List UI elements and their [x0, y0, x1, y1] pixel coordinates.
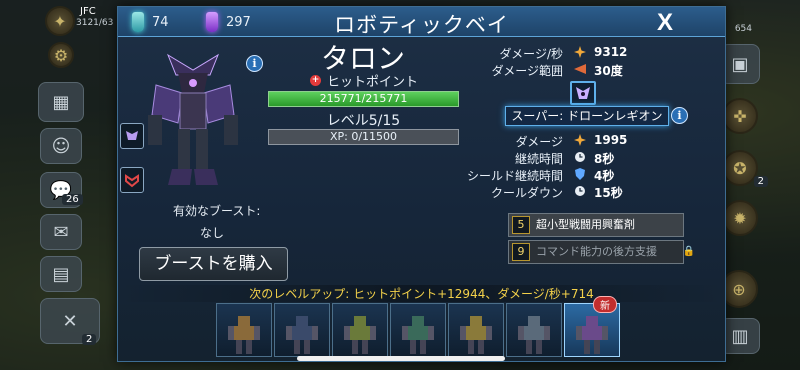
upgrade-item-2[interactable]: 9 コマンド能力の後方支援 🔒	[508, 240, 695, 264]
super-ability-label: スーパー: ドローンレギオン	[505, 106, 669, 126]
shield-duration-value: 4秒	[594, 169, 615, 183]
clock-icon	[575, 152, 585, 162]
chat-badge: 26	[62, 194, 83, 205]
range-icon	[574, 64, 586, 74]
dialog-title: ロボティックベイ	[334, 13, 509, 37]
map-icon[interactable]: ▥	[720, 318, 760, 354]
alliance-icon[interactable]: ☺	[40, 128, 82, 164]
new-badge: 新	[593, 296, 617, 313]
gear-icon[interactable]: ⚙	[48, 42, 74, 68]
lock-icon: 🔒	[682, 246, 695, 257]
hud-right-value: 654	[734, 24, 752, 34]
close-button[interactable]: X	[657, 9, 673, 37]
range-label: ダメージ範囲	[491, 64, 563, 78]
dps-label: ダメージ/秒	[499, 47, 563, 61]
active-boost-label: 有効なブースト:	[173, 204, 261, 218]
robot-card[interactable]	[274, 303, 330, 357]
robot-card[interactable]: 新	[564, 296, 620, 357]
super-damage-label: ダメージ	[515, 135, 563, 149]
super-damage-value: 1995	[594, 133, 628, 147]
home-indicator[interactable]	[297, 356, 505, 361]
active-boost-value: なし	[200, 226, 225, 240]
robot-portrait	[148, 53, 238, 185]
left-hud: ✦ JFC 3121/63 ⚙ ▦ ☺ 💬 26 ✉ ▤ ✕ 2	[0, 0, 120, 370]
title-bar: 74 297 ロボティックベイ X	[118, 7, 725, 37]
buy-boost-button[interactable]: ブーストを購入	[139, 247, 288, 281]
burst-icon	[574, 46, 586, 58]
compass-icon[interactable]: ✜	[722, 98, 758, 134]
item-level-badge: 5	[512, 216, 530, 234]
xp-value: XP: 0/11500	[329, 130, 398, 143]
robot-card[interactable]	[332, 303, 388, 357]
player-resource: 3121/63	[76, 18, 114, 28]
xp-bar: XP: 0/11500	[268, 129, 459, 145]
duration-label: 継続時間	[514, 152, 563, 166]
shield-slot-icon[interactable]	[120, 167, 144, 193]
player-avatar[interactable]: ✦	[45, 6, 75, 36]
building-icon[interactable]: ▦	[38, 82, 84, 122]
robot-thumbnail	[344, 316, 376, 354]
medal-icon[interactable]: ✹	[722, 200, 758, 236]
hp-bar: 215771/215771	[268, 91, 459, 107]
robot-thumbnail	[286, 316, 318, 354]
range-value: 30度	[594, 64, 623, 78]
drone-slot-icon[interactable]	[120, 123, 144, 149]
item-label: コマンド能力の後方支援	[536, 245, 657, 258]
item-level-badge: 9	[512, 243, 530, 261]
inbox-icon[interactable]: ▤	[40, 256, 82, 292]
shield-duration-label: シールド継続時間	[466, 169, 563, 183]
robot-thumbnail	[576, 316, 608, 354]
robot-card[interactable]	[448, 303, 504, 357]
robotic-bay-dialog: 74 297 ロボティックベイ X i 有効なブースト: なし ブーストを購入 …	[117, 6, 726, 362]
shield-icon	[575, 168, 585, 180]
tools-badge: 2	[82, 334, 97, 345]
mail-icon[interactable]: ✉	[40, 214, 82, 250]
hp-label: ヒットポイント	[327, 75, 419, 90]
robot-thumbnail	[518, 316, 550, 354]
storage-icon[interactable]: ▣	[720, 44, 760, 84]
cooldown-clock-icon	[575, 186, 585, 196]
duration-value: 8秒	[594, 152, 615, 166]
cooldown-label: クールダウン	[490, 186, 563, 200]
emblem-badge: 2	[753, 176, 768, 187]
cooldown-value: 15秒	[594, 186, 623, 200]
drone-legion-icon	[570, 81, 596, 105]
robot-card[interactable]	[390, 303, 446, 357]
hp-value: 215771/215771	[319, 92, 408, 105]
heart-icon: +	[310, 75, 321, 86]
robot-roster: 新	[216, 296, 620, 357]
emblem-icon[interactable]: ✪	[722, 150, 758, 186]
robot-card[interactable]	[216, 303, 272, 357]
next-level-bonus: 次のレベルアップ: ヒットポイント+12944、ダメージ/秒+714	[118, 285, 725, 302]
damage-icon	[574, 134, 586, 146]
robot-thumbnail	[228, 316, 260, 354]
item-label: 超小型戦闘用興奮剤	[536, 218, 635, 231]
hp-label-row: + ヒットポイント	[310, 71, 418, 90]
player-tag: JFC	[80, 6, 96, 17]
robot-info-icon[interactable]: i	[246, 55, 263, 72]
robot-card[interactable]	[506, 303, 562, 357]
dps-value: 9312	[594, 45, 628, 59]
robot-level: レベル5/15	[326, 113, 401, 129]
robot-thumbnail	[402, 316, 434, 354]
robot-thumbnail	[460, 316, 492, 354]
upgrade-item-1[interactable]: 5 超小型戦闘用興奮剤	[508, 213, 684, 237]
super-info-icon[interactable]: i	[671, 107, 688, 124]
